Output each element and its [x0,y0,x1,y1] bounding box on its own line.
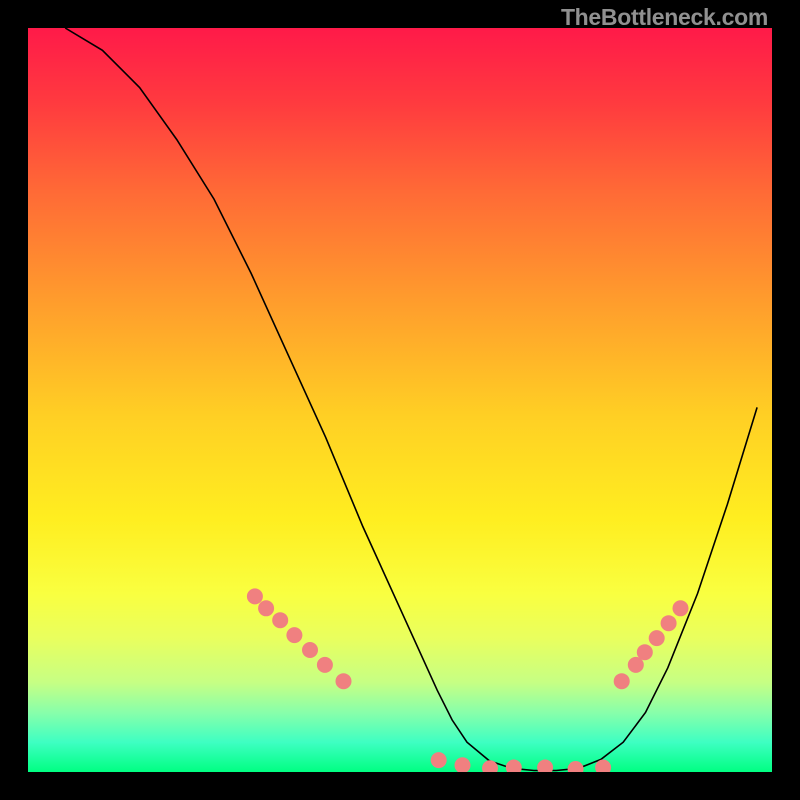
marker-dot [661,615,677,631]
marker-dot [482,760,498,772]
marker-dot [614,673,630,689]
marker-dot [286,627,302,643]
marker-dot [673,600,689,616]
marker-dot [247,588,263,604]
marker-dot [455,757,471,772]
marker-dot [431,752,447,768]
marker-dot [258,600,274,616]
curve-line [65,28,757,771]
marker-dot [568,761,584,772]
attribution-label: TheBottleneck.com [561,4,768,31]
marker-dot [272,612,288,628]
marker-dot [637,644,653,660]
marker-group [247,588,689,772]
marker-dot [336,673,352,689]
plot-area [28,28,772,772]
marker-dot [649,630,665,646]
marker-dot [506,760,522,773]
chart-svg [28,28,772,772]
marker-dot [537,760,553,773]
marker-dot [302,642,318,658]
chart-stage: TheBottleneck.com [0,0,800,800]
marker-dot [317,657,333,673]
